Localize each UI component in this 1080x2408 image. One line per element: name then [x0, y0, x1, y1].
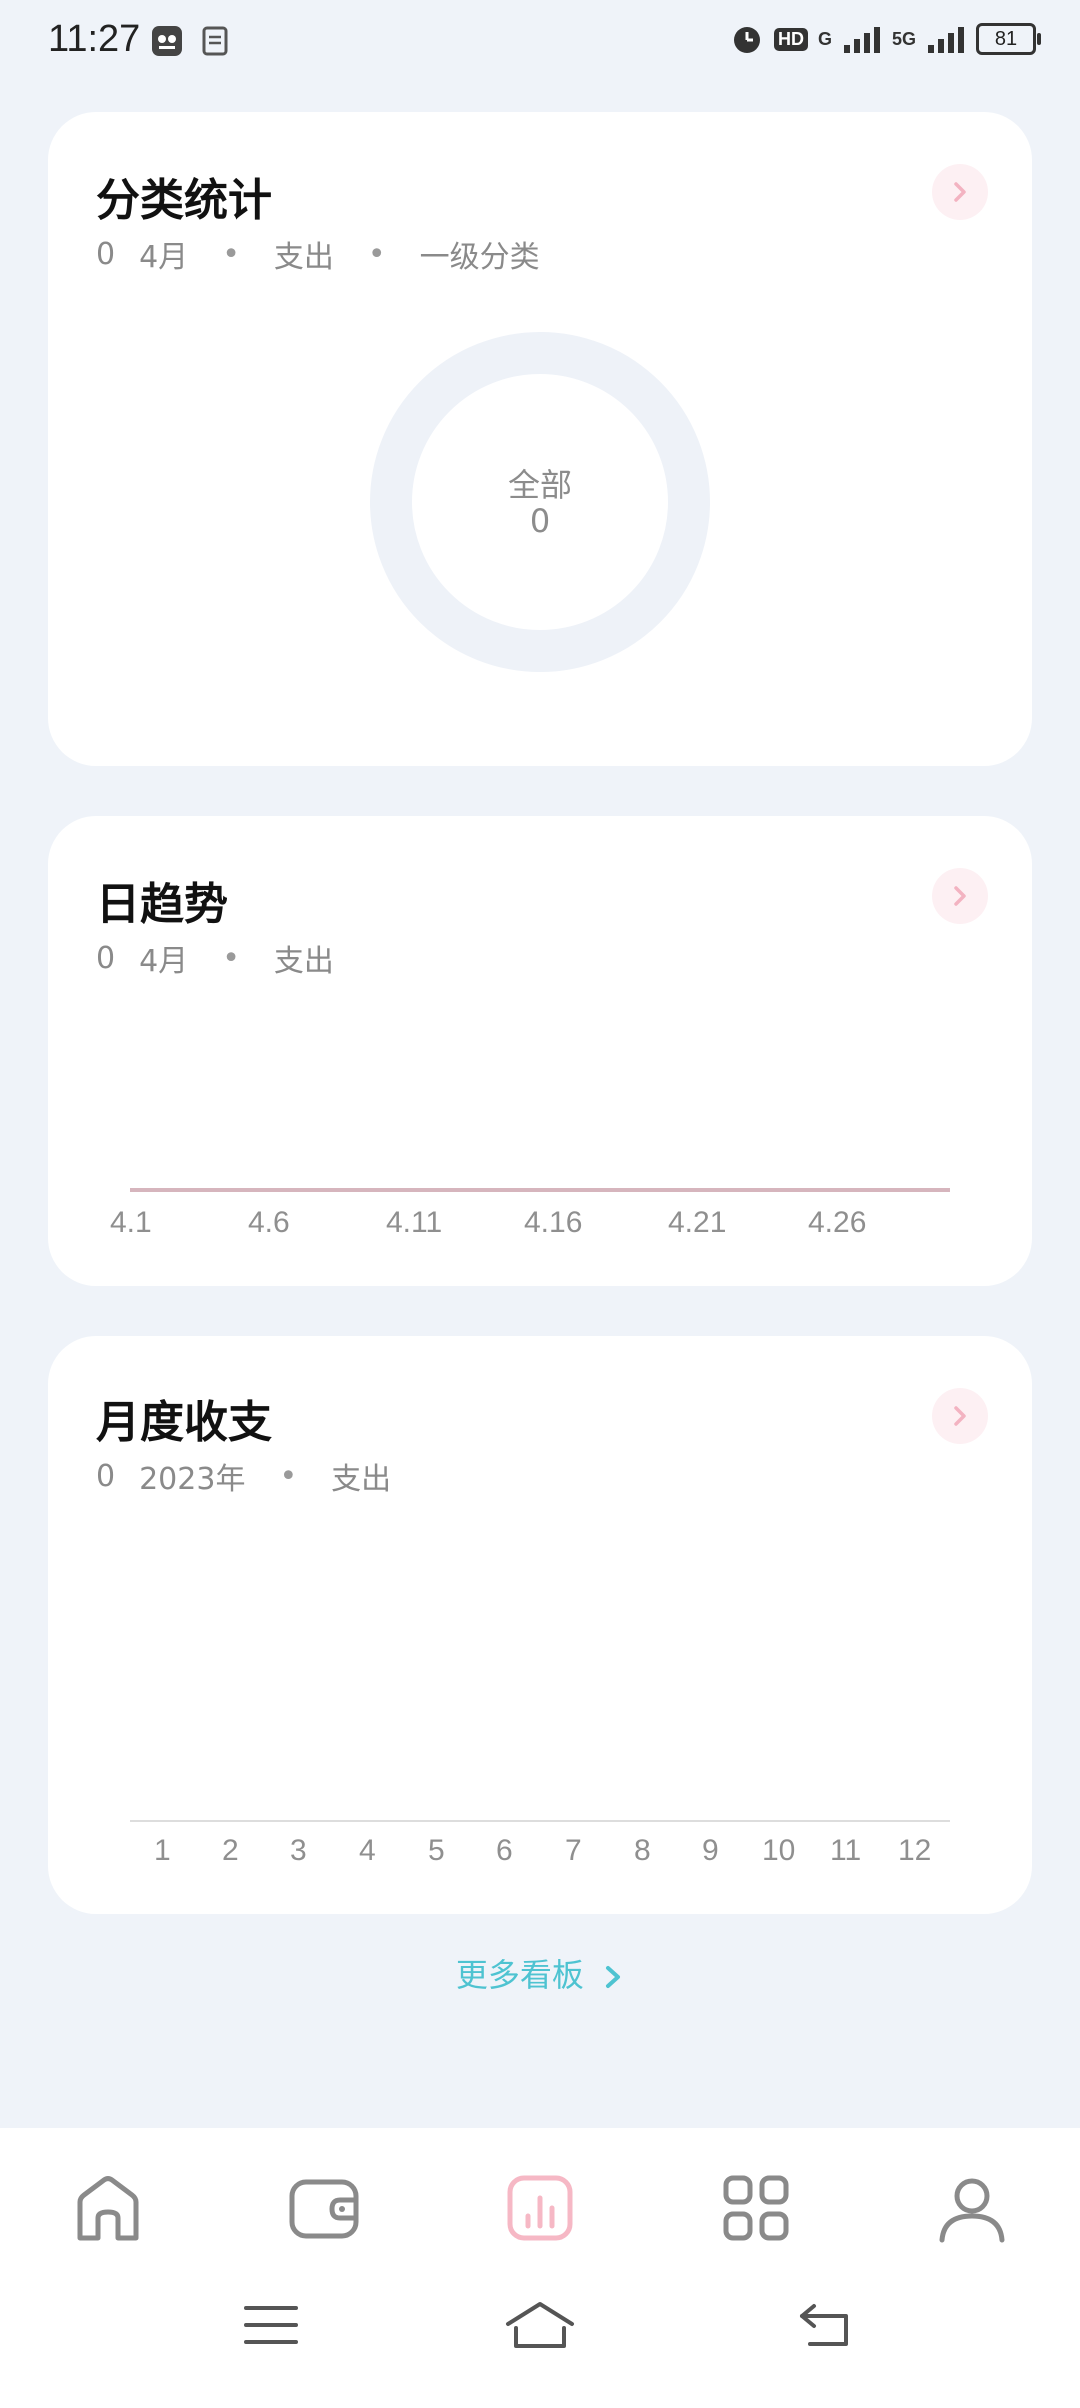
- separator-dot: •: [279, 1458, 298, 1494]
- signal-icon: [843, 27, 880, 53]
- signal-label-5g: 5G: [891, 28, 916, 49]
- chevron-right-icon: [954, 1406, 966, 1426]
- x-tick-label: 11: [830, 1834, 862, 1867]
- donut-center-label: 全部: [507, 466, 572, 504]
- type-filter[interactable]: 支出: [274, 232, 334, 276]
- x-tick-label: 4: [359, 1834, 376, 1867]
- wallet-icon[interactable]: [284, 2168, 364, 2248]
- back-icon[interactable]: [796, 2300, 854, 2350]
- separator-dot: •: [367, 236, 386, 272]
- card-title: 分类统计: [96, 175, 272, 226]
- x-tick-label: 8: [634, 1834, 651, 1867]
- open-monthly-button[interactable]: [932, 1388, 988, 1444]
- type-filter[interactable]: 支出: [274, 936, 334, 980]
- home-icon[interactable]: [68, 2168, 148, 2248]
- app-notification-icon: [152, 26, 182, 56]
- x-tick-label: 5: [428, 1834, 445, 1867]
- status-time: 11:27: [48, 18, 141, 60]
- x-tick-label: 12: [898, 1834, 932, 1867]
- hd-badge: HD: [773, 27, 808, 51]
- signal-label-g: G: [817, 28, 832, 49]
- battery-icon: 81: [976, 23, 1041, 55]
- daily-axis-line: [130, 1188, 950, 1192]
- grid-icon[interactable]: [716, 2168, 796, 2248]
- x-tick-label: 6: [496, 1834, 513, 1867]
- count-value: 0: [96, 1458, 116, 1494]
- x-tick-label: 4.26: [808, 1206, 867, 1239]
- open-category-button[interactable]: [932, 164, 988, 220]
- daily-trend-card[interactable]: 日趋势 0 4月 • 支出 4.1 4.6 4.11 4.16 4.21 4.2…: [48, 816, 1032, 1286]
- system-home-icon[interactable]: [504, 2300, 576, 2352]
- donut-center-value: 0: [529, 502, 551, 540]
- x-tick-label: 3: [290, 1834, 307, 1867]
- document-notification-icon: [202, 26, 228, 56]
- card-subtitle: 0 2023年 • 支出: [96, 1454, 391, 1498]
- x-tick-label: 2: [222, 1834, 239, 1867]
- x-tick-label: 10: [762, 1834, 796, 1867]
- separator-dot: •: [222, 940, 240, 976]
- alarm-icon: [733, 27, 760, 53]
- monthly-card[interactable]: 月度收支 0 2023年 • 支出 1 2 3 4 5 6 7 8 9 10 1…: [48, 1336, 1032, 1914]
- status-left-icons: [150, 24, 232, 58]
- more-dashboards-label: 更多看板: [455, 1956, 584, 1994]
- card-subtitle: 0 4月 • 支出: [96, 936, 334, 980]
- x-tick-label: 4.16: [524, 1206, 583, 1239]
- count-value: 0: [96, 940, 116, 976]
- chevron-right-icon: [606, 1966, 621, 1988]
- month-filter[interactable]: 4月: [139, 936, 188, 980]
- x-tick-label: 1: [154, 1834, 171, 1867]
- monthly-axis-line: [130, 1820, 950, 1822]
- x-tick-label: 7: [565, 1834, 582, 1867]
- menu-icon[interactable]: [242, 2300, 300, 2350]
- x-tick-label: 4.1: [110, 1206, 152, 1239]
- card-title: 月度收支: [96, 1397, 272, 1448]
- separator-dot: •: [222, 236, 240, 272]
- chevron-right-icon: [954, 886, 966, 906]
- year-filter[interactable]: 2023年: [139, 1454, 245, 1498]
- signal-icon-2: [928, 27, 964, 53]
- status-right: HD G 5G 81: [730, 22, 1041, 56]
- x-tick-label: 4.11: [386, 1206, 443, 1239]
- category-stats-card[interactable]: 分类统计 0 4月 • 支出 • 一级分类 全部 0: [48, 112, 1032, 766]
- x-tick-label: 4.21: [668, 1206, 727, 1239]
- x-tick-label: 4.6: [248, 1206, 290, 1239]
- level-filter[interactable]: 一级分类: [420, 232, 540, 276]
- card-title: 日趋势: [96, 879, 228, 930]
- month-filter[interactable]: 4月: [139, 232, 188, 276]
- x-tick-label: 9: [702, 1834, 719, 1867]
- status-bar: 11:27 HD G 5G 81: [0, 0, 1080, 84]
- user-icon[interactable]: [932, 2168, 1012, 2248]
- more-dashboards-link[interactable]: 更多看板: [0, 1950, 1080, 1996]
- type-filter[interactable]: 支出: [331, 1454, 391, 1498]
- chevron-right-icon: [954, 182, 966, 202]
- chart-icon[interactable]: [500, 2168, 580, 2248]
- bottom-nav: [0, 2128, 1080, 2408]
- card-subtitle: 0 4月 • 支出 • 一级分类: [96, 232, 540, 276]
- open-daily-button[interactable]: [932, 868, 988, 924]
- count-value: 0: [96, 236, 116, 272]
